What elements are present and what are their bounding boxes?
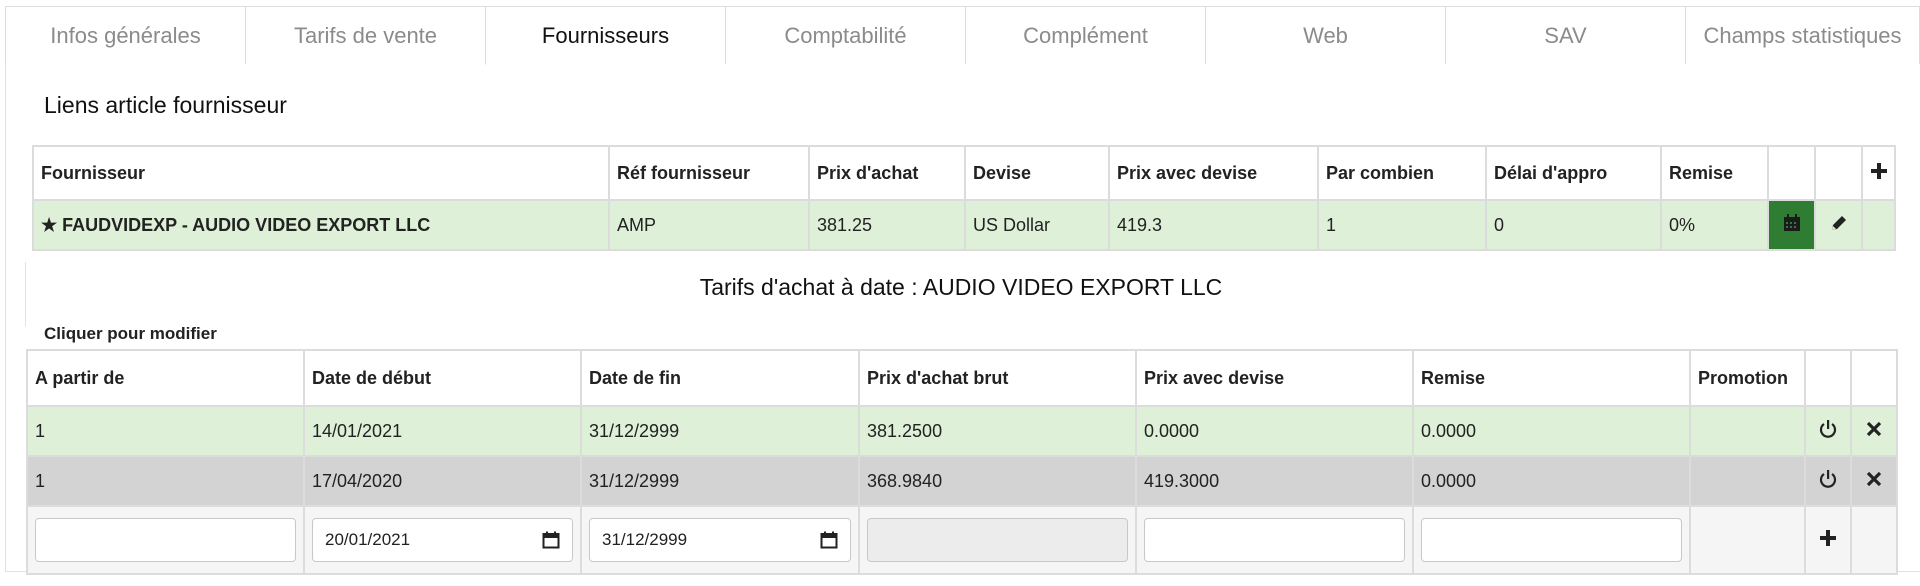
- tab-complement[interactable]: Complément: [965, 6, 1205, 64]
- prix-brut-cell[interactable]: 368.9840: [858, 455, 1137, 507]
- date-debut-cell[interactable]: 14/01/2021: [303, 405, 582, 457]
- prix-devise-cell[interactable]: 419.3: [1108, 199, 1319, 251]
- column-header-empty: [1767, 145, 1816, 201]
- empty-cell: [1861, 199, 1896, 251]
- tab-champs-statistiques[interactable]: Champs statistiques: [1685, 6, 1920, 64]
- a-partir-input-cell: [26, 505, 305, 575]
- date-fin-value: 31/12/2999: [602, 530, 688, 549]
- column-header: Prix d'achat brut: [858, 349, 1137, 407]
- remise-input-cell: [1412, 505, 1691, 575]
- remise-cell[interactable]: 0.0000: [1412, 405, 1691, 457]
- column-header-empty: [1804, 349, 1852, 407]
- remise-input[interactable]: [1421, 518, 1682, 562]
- column-header: Devise: [964, 145, 1110, 201]
- remise-cell[interactable]: 0%: [1660, 199, 1769, 251]
- par-combien-cell[interactable]: 1: [1317, 199, 1487, 251]
- toggle-button[interactable]: [1804, 405, 1852, 457]
- new-tarif-row: 20/01/2021 31/12/2999: [26, 505, 1898, 575]
- edit-hint: Cliquer pour modifier: [44, 324, 217, 343]
- add-tarif-button[interactable]: [1804, 505, 1852, 575]
- date-debut-input-cell: 20/01/2021: [303, 505, 582, 575]
- date-debut-cell[interactable]: 17/04/2020: [303, 455, 582, 507]
- calendar-icon[interactable]: [542, 531, 560, 549]
- column-header: Promotion: [1689, 349, 1806, 407]
- delete-button[interactable]: [1850, 455, 1898, 507]
- date-debut-input[interactable]: 20/01/2021: [312, 518, 573, 562]
- calendar-icon[interactable]: [820, 531, 838, 549]
- close-icon: [1865, 470, 1883, 488]
- tab-tarifs-de-vente[interactable]: Tarifs de vente: [245, 6, 485, 64]
- supplier-links-table: Fournisseur Réf fournisseur Prix d'achat…: [32, 145, 1896, 251]
- a-partir-cell[interactable]: 1: [26, 455, 305, 507]
- promotion-input-cell: [1689, 505, 1806, 575]
- column-header: Remise: [1660, 145, 1769, 201]
- table-row[interactable]: 1 14/01/2021 31/12/2999 381.2500 0.0000 …: [26, 405, 1898, 457]
- column-header: Remise: [1412, 349, 1691, 407]
- column-header-empty: [1850, 349, 1898, 407]
- add-supplier-button[interactable]: [1861, 145, 1896, 201]
- tab-web[interactable]: Web: [1205, 6, 1445, 64]
- a-partir-input[interactable]: [35, 518, 296, 562]
- promotion-cell[interactable]: [1689, 455, 1806, 507]
- plus-icon: [1870, 162, 1888, 180]
- section-title-liens: Liens article fournisseur: [44, 92, 287, 118]
- column-header: Prix avec devise: [1108, 145, 1319, 201]
- column-header: A partir de: [26, 349, 305, 407]
- supplier-cell[interactable]: ★ FAUDVIDEXP - AUDIO VIDEO EXPORT LLC: [32, 199, 610, 251]
- date-fin-input[interactable]: 31/12/2999: [589, 518, 851, 562]
- column-header-empty: [1814, 145, 1863, 201]
- a-partir-cell[interactable]: 1: [26, 405, 305, 457]
- delete-button[interactable]: [1850, 405, 1898, 457]
- column-header: Délai d'appro: [1485, 145, 1662, 201]
- empty-cell: [1850, 505, 1898, 575]
- prix-brut-cell[interactable]: 381.2500: [858, 405, 1137, 457]
- column-header: Date de fin: [580, 349, 860, 407]
- power-icon: [1818, 469, 1838, 489]
- column-header: Par combien: [1317, 145, 1487, 201]
- date-fin-cell[interactable]: 31/12/2999: [580, 405, 860, 457]
- supplier-name: FAUDVIDEXP - AUDIO VIDEO EXPORT LLC: [62, 214, 431, 235]
- column-header: Réf fournisseur: [608, 145, 810, 201]
- tab-sav[interactable]: SAV: [1445, 6, 1685, 64]
- prix-devise-input-cell: [1135, 505, 1414, 575]
- power-icon: [1818, 419, 1838, 439]
- table-row[interactable]: 1 17/04/2020 31/12/2999 368.9840 419.300…: [26, 455, 1898, 507]
- close-icon: [1865, 420, 1883, 438]
- table-header-row: A partir de Date de début Date de fin Pr…: [26, 349, 1898, 407]
- tarifs-table: A partir de Date de début Date de fin Pr…: [26, 349, 1898, 575]
- prix-devise-cell[interactable]: 419.3000: [1135, 455, 1414, 507]
- pencil-icon: [1829, 213, 1849, 233]
- tab-infos-generales[interactable]: Infos générales: [5, 6, 245, 64]
- table-header-row: Fournisseur Réf fournisseur Prix d'achat…: [32, 145, 1896, 201]
- promotion-cell[interactable]: [1689, 405, 1806, 457]
- toggle-button[interactable]: [1804, 455, 1852, 507]
- edit-button[interactable]: [1814, 199, 1863, 251]
- date-fin-input-cell: 31/12/2999: [580, 505, 860, 575]
- column-header: Prix d'achat: [808, 145, 966, 201]
- date-debut-value: 20/01/2021: [325, 530, 411, 549]
- tab-bar: Infos générales Tarifs de vente Fourniss…: [5, 6, 1920, 65]
- prix-brut-input: [867, 518, 1128, 562]
- ref-cell[interactable]: AMP: [608, 199, 810, 251]
- date-fin-cell[interactable]: 31/12/2999: [580, 455, 860, 507]
- prix-devise-cell[interactable]: 0.0000: [1135, 405, 1414, 457]
- column-header: Fournisseur: [32, 145, 610, 201]
- column-header: Prix avec devise: [1135, 349, 1414, 407]
- prix-brut-input-cell: [858, 505, 1137, 575]
- prix-devise-input[interactable]: [1144, 518, 1405, 562]
- prix-achat-cell[interactable]: 381.25: [808, 199, 966, 251]
- remise-cell[interactable]: 0.0000: [1412, 455, 1691, 507]
- calendar-icon: [1783, 213, 1801, 232]
- devise-cell[interactable]: US Dollar: [964, 199, 1110, 251]
- plus-icon: [1819, 529, 1837, 547]
- tarifs-title: Tarifs d'achat à date : AUDIO VIDEO EXPO…: [699, 274, 1223, 300]
- tab-comptabilite[interactable]: Comptabilité: [725, 6, 965, 64]
- tab-fournisseurs[interactable]: Fournisseurs: [485, 6, 725, 65]
- calendar-button[interactable]: [1767, 199, 1816, 251]
- column-header: Date de début: [303, 349, 582, 407]
- table-row[interactable]: ★ FAUDVIDEXP - AUDIO VIDEO EXPORT LLC AM…: [32, 199, 1896, 251]
- delai-cell[interactable]: 0: [1485, 199, 1662, 251]
- star-icon: ★: [41, 214, 58, 235]
